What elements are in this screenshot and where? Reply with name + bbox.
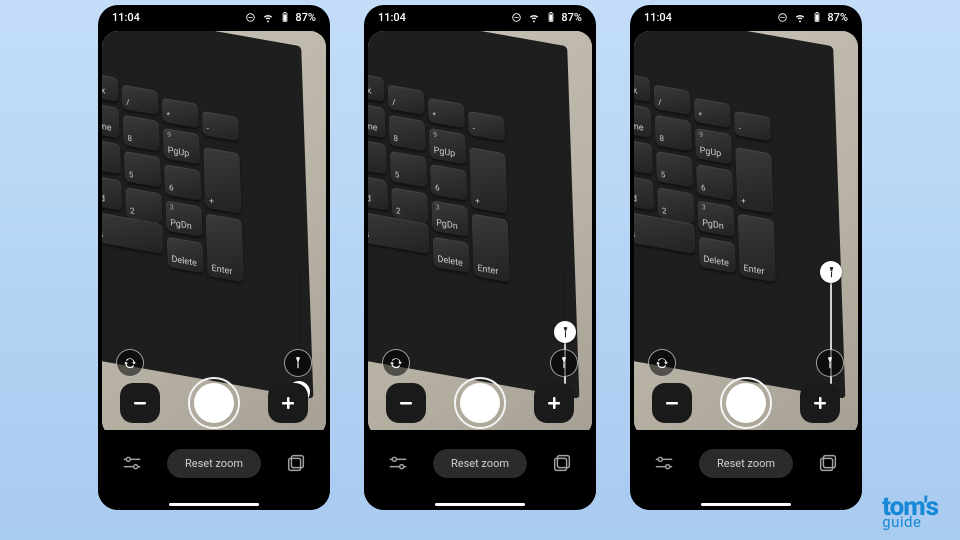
status-bar: 11:04 87%	[364, 5, 596, 29]
shutter-button[interactable]	[720, 377, 772, 429]
phone-3: 11:04 87% NumLock/*-7Home89PgUp456+1End23P…	[630, 5, 862, 510]
status-bar: 11:04 87%	[98, 5, 330, 29]
battery-percent: 87%	[295, 11, 316, 24]
photo-keyboard: NumLock/*-7Home89PgUp456+1End23PgDnEnter…	[634, 31, 835, 397]
viewfinder[interactable]: NumLock/*-7Home89PgUp456+1End23PgDnEnter…	[368, 31, 592, 437]
zoom-in-button[interactable]	[534, 383, 574, 423]
gallery-icon[interactable]	[284, 451, 308, 475]
wifi-icon	[527, 10, 541, 24]
battery-icon	[545, 10, 557, 24]
bottom-bar: Reset zoom	[364, 430, 596, 510]
viewfinder[interactable]: NumLock/*-7Home89PgUp456+1End23PgDnEnter…	[102, 31, 326, 437]
flashlight-button[interactable]	[550, 349, 578, 377]
shutter-button[interactable]	[454, 377, 506, 429]
home-indicator[interactable]	[435, 503, 525, 506]
shutter-button[interactable]	[188, 377, 240, 429]
stage: 11:04 87% NumLock/*-7Home89PgUp456+1End23P…	[0, 0, 960, 540]
clock: 11:04	[112, 11, 140, 24]
clock: 11:04	[644, 11, 672, 24]
photo-keyboard: NumLock/*-7Home89PgUp456+1End23PgDnEnter…	[102, 31, 303, 397]
reset-zoom-button[interactable]: Reset zoom	[699, 449, 793, 478]
home-indicator[interactable]	[701, 503, 791, 506]
bottom-bar: Reset zoom	[98, 430, 330, 510]
zoom-actions	[368, 375, 592, 431]
reset-zoom-button[interactable]: Reset zoom	[433, 449, 527, 478]
zoom-actions	[634, 375, 858, 431]
flashlight-button[interactable]	[816, 349, 844, 377]
wifi-icon	[261, 10, 275, 24]
phone-1: 11:04 87% NumLock/*-7Home89PgUp456+1End23P…	[98, 5, 330, 510]
battery-icon	[279, 10, 291, 24]
gallery-icon[interactable]	[550, 451, 574, 475]
settings-icon[interactable]	[120, 451, 144, 475]
camera-switch-button[interactable]	[382, 349, 410, 377]
zoom-actions	[102, 375, 326, 431]
gallery-icon[interactable]	[816, 451, 840, 475]
battery-icon	[811, 10, 823, 24]
zoom-out-button[interactable]	[386, 383, 426, 423]
zoom-in-button[interactable]	[268, 383, 308, 423]
settings-icon[interactable]	[386, 451, 410, 475]
bottom-bar: Reset zoom	[630, 430, 862, 510]
zoom-out-button[interactable]	[120, 383, 160, 423]
zoom-in-button[interactable]	[800, 383, 840, 423]
brightness-thumb[interactable]	[820, 261, 842, 283]
reset-zoom-button[interactable]: Reset zoom	[167, 449, 261, 478]
camera-switch-button[interactable]	[116, 349, 144, 377]
home-indicator[interactable]	[169, 503, 259, 506]
photo-keyboard: NumLock/*-7Home89PgUp456+1End23PgDnEnter…	[368, 31, 569, 397]
dnd-icon	[244, 11, 257, 24]
battery-percent: 87%	[827, 11, 848, 24]
zoom-out-button[interactable]	[652, 383, 692, 423]
status-right: 87%	[244, 10, 316, 24]
phone-2: 11:04 87% NumLock/*-7Home89PgUp456+1End23P…	[364, 5, 596, 510]
battery-percent: 87%	[561, 11, 582, 24]
clock: 11:04	[378, 11, 406, 24]
status-right: 87%	[776, 10, 848, 24]
watermark: tom's guide	[882, 497, 938, 528]
dnd-icon	[776, 11, 789, 24]
status-bar: 11:04 87%	[630, 5, 862, 29]
brightness-thumb[interactable]	[554, 321, 576, 343]
viewfinder[interactable]: NumLock/*-7Home89PgUp456+1End23PgDnEnter…	[634, 31, 858, 437]
camera-switch-button[interactable]	[648, 349, 676, 377]
wifi-icon	[793, 10, 807, 24]
settings-icon[interactable]	[652, 451, 676, 475]
flashlight-button[interactable]	[284, 349, 312, 377]
status-right: 87%	[510, 10, 582, 24]
dnd-icon	[510, 11, 523, 24]
